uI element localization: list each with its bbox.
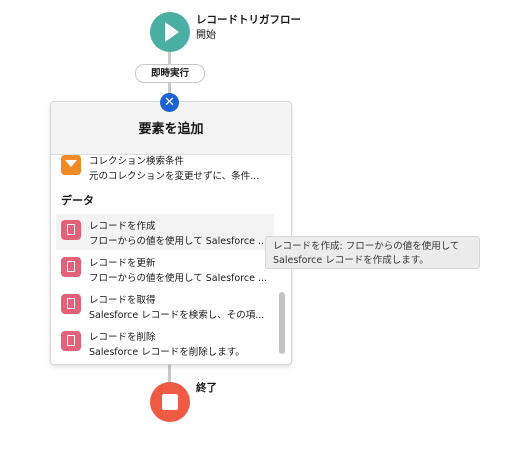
- item-description: フローからの値を使用して Salesforce ...: [89, 273, 268, 284]
- item-label: レコードを更新: [89, 258, 156, 269]
- start-node[interactable]: [150, 12, 190, 52]
- close-icon[interactable]: ✕: [160, 93, 179, 112]
- connector-panel-to-end: [168, 363, 171, 383]
- list-item-get-records[interactable]: レコードを取得 Salesforce レコードを検索し、その項...: [56, 288, 274, 324]
- item-label: レコードを削除: [89, 332, 156, 343]
- stop-icon: [162, 394, 178, 410]
- item-description: Salesforce レコードを削除します。: [89, 347, 245, 358]
- item-description: Salesforce レコードを検索し、その項...: [89, 310, 265, 321]
- list-item-update-record[interactable]: レコードを更新 フローからの値を使用して Salesforce ...: [56, 251, 274, 287]
- start-node-title: レコードトリガフロー: [196, 14, 301, 26]
- filter-icon: [61, 155, 81, 175]
- record-update-icon: [61, 257, 81, 277]
- trigger-pill[interactable]: 即時実行: [135, 64, 205, 83]
- item-label: コレクション検索条件: [89, 156, 185, 167]
- scrollbar-thumb[interactable]: [279, 292, 285, 354]
- tooltip-line-2: Salesforce レコードを作成します。: [273, 255, 429, 266]
- item-description: 元のコレクションを変更せずに、条件...: [89, 171, 260, 182]
- list-item-delete-records[interactable]: レコードを削除 Salesforce レコードを削除します。: [56, 325, 274, 361]
- record-delete-icon: [61, 331, 81, 351]
- item-label: レコードを取得: [89, 295, 156, 306]
- tooltip: レコードを作成: フローからの値を使用して Salesforce レコードを作成…: [265, 236, 480, 269]
- end-node-label: 終了: [196, 382, 217, 394]
- section-label-data: データ: [61, 194, 94, 207]
- list-item-create-record[interactable]: レコードを作成 フローからの値を使用して Salesforce ...: [56, 214, 274, 250]
- end-node[interactable]: [150, 382, 190, 422]
- add-element-panel: 要素を追加 コレクション検索条件 元のコレクションを変更せずに、条件... デー…: [50, 101, 292, 365]
- play-icon: [165, 22, 179, 42]
- tooltip-line-1: レコードを作成: フローからの値を使用して: [273, 241, 460, 252]
- panel-list: コレクション検索条件 元のコレクションを変更せずに、条件... データ レコード…: [51, 155, 291, 364]
- start-node-subtitle: 開始: [196, 30, 216, 41]
- item-description: フローからの値を使用して Salesforce ...: [89, 236, 268, 247]
- record-lookup-icon: [61, 294, 81, 314]
- item-label: レコードを作成: [89, 221, 156, 232]
- record-create-icon: [61, 220, 81, 240]
- list-item-collection-filter[interactable]: コレクション検索条件 元のコレクションを変更せずに、条件...: [56, 155, 274, 185]
